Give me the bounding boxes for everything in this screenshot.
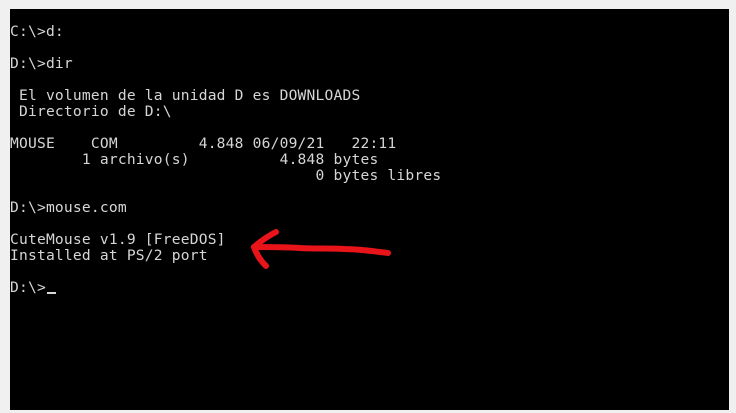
terminal-line: El volumen de la unidad D es DOWNLOADS: [10, 87, 361, 104]
terminal-line: MOUSE COM 4.848 06/09/21 22:11: [10, 135, 397, 152]
terminal-line: D:\>mouse.com: [10, 199, 127, 216]
terminal-prompt: D:\>: [10, 279, 46, 296]
terminal-line: 1 archivo(s) 4.848 bytes: [10, 151, 379, 168]
terminal-line: D:\>dir: [10, 55, 73, 72]
hand-drawn-arrow-icon: [251, 229, 391, 269]
terminal-line: Directorio de D:\: [10, 103, 172, 120]
arrow-shaft: [251, 244, 391, 256]
dos-terminal-screen[interactable]: C:\>d: D:\>dir El volumen de la unidad D…: [10, 9, 729, 410]
terminal-line: 0 bytes libres: [10, 167, 442, 184]
text-cursor: [46, 292, 56, 294]
terminal-prompt-line[interactable]: D:\>: [10, 280, 441, 296]
screenshot-frame: C:\>d: D:\>dir El volumen de la unidad D…: [0, 0, 736, 413]
terminal-line: C:\>d:: [10, 23, 64, 40]
